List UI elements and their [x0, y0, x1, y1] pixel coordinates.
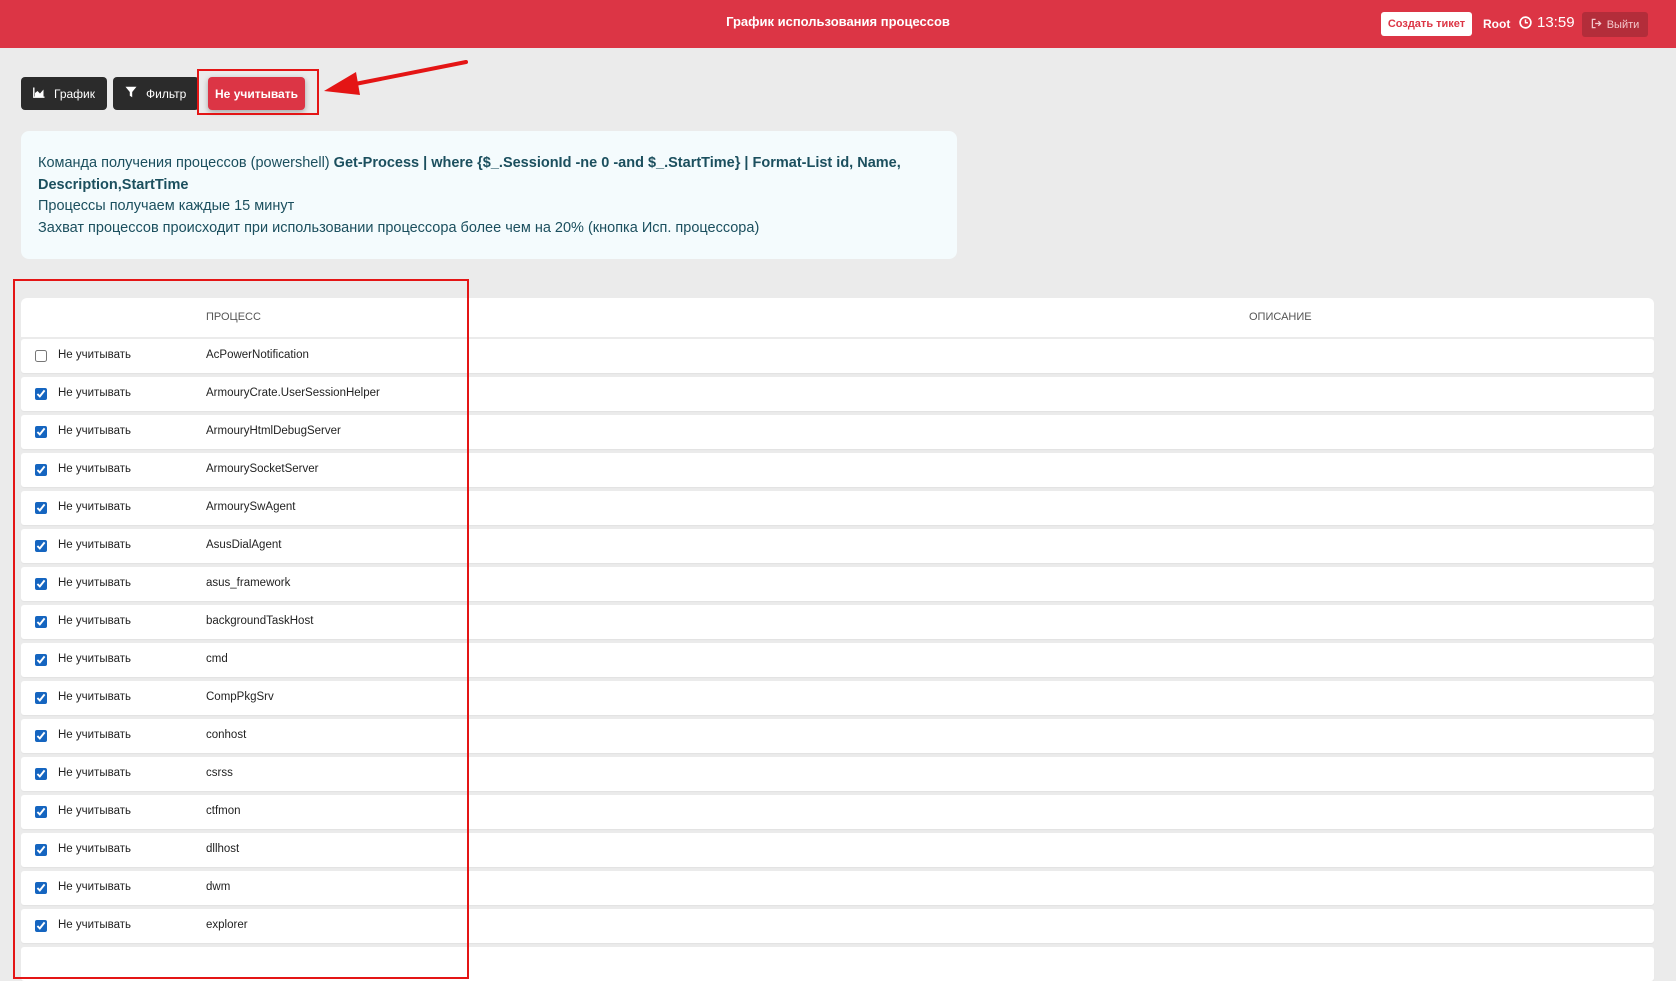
ignore-checkbox[interactable] [35, 692, 47, 704]
ignore-checkbox[interactable] [35, 654, 47, 666]
process-name: AsusDialAgent [206, 539, 282, 551]
table-row: Не учитывать AsusDialAgent [21, 529, 1654, 563]
ignore-checkbox-label[interactable]: Не учитывать [58, 425, 131, 437]
ignore-checkbox[interactable] [35, 426, 47, 438]
ignore-checkbox[interactable] [35, 806, 47, 818]
chart-button[interactable]: График [21, 77, 107, 110]
filter-button-label: Фильтр [146, 86, 187, 101]
ignore-checkbox[interactable] [35, 350, 47, 362]
process-name: ArmourySocketServer [206, 463, 319, 475]
table-row: Не учитывать backgroundTaskHost [21, 605, 1654, 639]
process-name: ArmouryHtmlDebugServer [206, 425, 341, 437]
table-row: Не учитывать ctfmon [21, 795, 1654, 829]
process-name: ArmourySwAgent [206, 501, 296, 513]
table-row: Не учитывать csrss [21, 757, 1654, 791]
ignore-checkbox[interactable] [35, 502, 47, 514]
table-row [21, 947, 1654, 981]
column-header-process[interactable]: ПРОЦЕСС [206, 311, 261, 323]
ignore-checkbox-label[interactable]: Не учитывать [58, 577, 131, 589]
info-command-prefix: Команда получения процессов (powershell) [38, 155, 334, 171]
info-panel: Команда получения процессов (powershell)… [21, 131, 957, 259]
ignore-checkbox[interactable] [35, 730, 47, 742]
user-name[interactable]: Root [1483, 17, 1510, 31]
process-name: cmd [206, 653, 228, 665]
process-name: AcPowerNotification [206, 349, 309, 361]
clock-icon [1519, 16, 1532, 29]
process-name: backgroundTaskHost [206, 615, 314, 627]
ignore-checkbox-label[interactable]: Не учитывать [58, 387, 131, 399]
table-row: Не учитывать asus_framework [21, 567, 1654, 601]
annotation-arrow [324, 60, 468, 95]
clock-time: 13:59 [1537, 14, 1575, 31]
ignore-checkbox[interactable] [35, 616, 47, 628]
process-name: ctfmon [206, 805, 241, 817]
ignore-checkbox-label[interactable]: Не учитывать [58, 349, 131, 361]
info-line-command: Команда получения процессов (powershell)… [38, 153, 940, 196]
ignore-checkbox-label[interactable]: Не учитывать [58, 463, 131, 475]
ignore-checkbox-label[interactable]: Не учитывать [58, 767, 131, 779]
ignore-checkbox-label[interactable]: Не учитывать [58, 919, 131, 931]
ignore-checkbox-label[interactable]: Не учитывать [58, 691, 131, 703]
table-row: Не учитывать dwm [21, 871, 1654, 905]
ignore-checkbox[interactable] [35, 388, 47, 400]
ignore-checkbox-label[interactable]: Не учитывать [58, 539, 131, 551]
table-row: Не учитывать ArmourySwAgent [21, 491, 1654, 525]
ignore-checkbox-label[interactable]: Не учитывать [58, 653, 131, 665]
ignore-checkbox-label[interactable]: Не учитывать [58, 805, 131, 817]
ignore-checkbox-label[interactable]: Не учитывать [58, 729, 131, 741]
info-line-capture: Захват процессов происходит при использо… [38, 219, 760, 236]
table-row: Не учитывать conhost [21, 719, 1654, 753]
column-header-description[interactable]: ОПИСАНИЕ [1249, 311, 1312, 323]
clock: 13:59 [1519, 14, 1575, 31]
process-name: dllhost [206, 843, 240, 855]
ignore-checkbox[interactable] [35, 540, 47, 552]
filter-button[interactable]: Фильтр [113, 77, 199, 110]
ignore-checkbox-label[interactable]: Не учитывать [58, 843, 131, 855]
table-row: Не учитывать ArmouryHtmlDebugServer [21, 415, 1654, 449]
table-row: Не учитывать ArmouryCrate.UserSessionHel… [21, 377, 1654, 411]
chart-button-label: График [54, 86, 95, 101]
table-body: Не учитывать AcPowerNotification Не учит… [21, 339, 1654, 981]
process-name: dwm [206, 881, 231, 893]
process-name: explorer [206, 919, 248, 931]
table-row: Не учитывать CompPkgSrv [21, 681, 1654, 715]
ignore-checkbox[interactable] [35, 882, 47, 894]
process-name: conhost [206, 729, 247, 741]
top-bar: График использования процессов Создать т… [0, 0, 1676, 48]
funnel-icon [125, 86, 137, 101]
logout-button[interactable]: Выйти [1582, 12, 1648, 37]
ignore-checkbox[interactable] [35, 464, 47, 476]
table-row: Не учитывать explorer [21, 909, 1654, 943]
area-chart-icon [33, 87, 45, 101]
ignore-button[interactable]: Не учитывать [208, 77, 305, 110]
table-row: Не учитывать ArmourySocketServer [21, 453, 1654, 487]
sign-out-icon [1591, 18, 1602, 32]
process-name: csrss [206, 767, 233, 779]
ignore-checkbox-label[interactable]: Не учитывать [58, 881, 131, 893]
process-name: ArmouryCrate.UserSessionHelper [206, 387, 380, 399]
table-row: Не учитывать dllhost [21, 833, 1654, 867]
ignore-checkbox[interactable] [35, 768, 47, 780]
process-name: CompPkgSrv [206, 691, 274, 703]
table-row: Не учитывать AcPowerNotification [21, 339, 1654, 373]
create-ticket-button[interactable]: Создать тикет [1381, 12, 1472, 36]
ignore-checkbox[interactable] [35, 578, 47, 590]
ignore-checkbox-label[interactable]: Не учитывать [58, 615, 131, 627]
table-header: ПРОЦЕСС ОПИСАНИЕ [21, 298, 1654, 337]
process-table: ПРОЦЕСС ОПИСАНИЕ Не учитывать AcPowerNot… [21, 298, 1654, 981]
ignore-checkbox[interactable] [35, 920, 47, 932]
ignore-checkbox-label[interactable]: Не учитывать [58, 501, 131, 513]
info-line-interval: Процессы получаем каждые 15 минут [38, 198, 295, 214]
table-row: Не учитывать cmd [21, 643, 1654, 677]
logout-label: Выйти [1606, 18, 1640, 31]
process-name: asus_framework [206, 577, 291, 589]
ignore-checkbox[interactable] [35, 844, 47, 856]
